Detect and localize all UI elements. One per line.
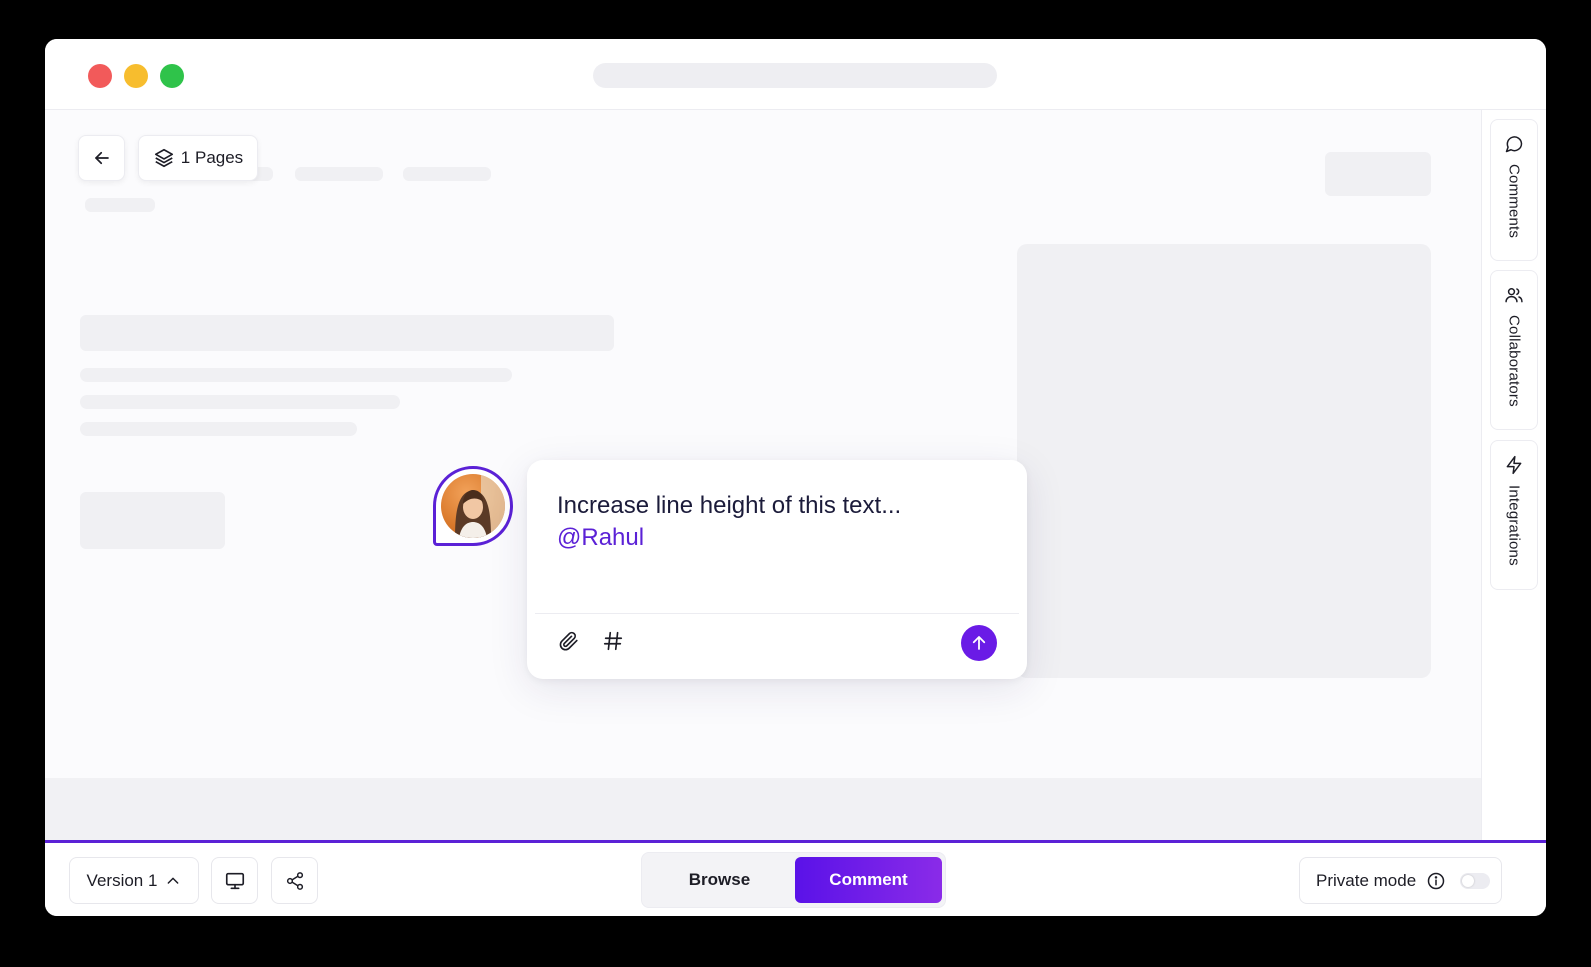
skeleton-header-button xyxy=(1325,152,1431,196)
skeleton-nav-3 xyxy=(295,167,383,181)
skeleton-line-3 xyxy=(80,422,357,436)
comment-composer[interactable]: Increase line height of this text... @Ra… xyxy=(527,460,1027,679)
pages-button[interactable]: 1 Pages xyxy=(138,135,258,181)
tab-comments-label: Comments xyxy=(1505,164,1523,239)
composer-divider xyxy=(535,613,1019,614)
bottom-toolbar: Version 1 Browse Comment Private mode xyxy=(45,843,1546,916)
send-comment-button[interactable] xyxy=(961,625,997,661)
skeleton-heading xyxy=(80,315,614,351)
avatar xyxy=(441,474,505,538)
share-icon xyxy=(286,871,303,890)
private-mode-control: Private mode xyxy=(1299,857,1502,904)
arrow-left-icon xyxy=(94,151,109,165)
browse-mode-button[interactable]: Browse xyxy=(646,857,793,903)
mode-toggle: Browse Comment xyxy=(641,852,946,908)
title-bar xyxy=(45,39,1546,110)
private-mode-toggle[interactable] xyxy=(1460,872,1491,889)
skeleton-image xyxy=(1017,244,1431,678)
tab-comments[interactable]: Comments xyxy=(1490,119,1538,261)
hashtag-button[interactable] xyxy=(599,627,627,655)
comment-pin-avatar[interactable] xyxy=(433,466,513,546)
message-circle-icon xyxy=(1505,136,1523,153)
layers-icon xyxy=(154,148,173,168)
users-icon xyxy=(1505,288,1523,303)
comment-mention[interactable]: @Rahul xyxy=(557,522,644,554)
version-label: Version 1 xyxy=(86,870,158,890)
close-window-button[interactable] xyxy=(88,64,112,88)
lightning-icon xyxy=(1506,455,1522,475)
skeleton-line-2 xyxy=(80,395,400,409)
info-icon[interactable] xyxy=(1426,871,1446,891)
skeleton-cta-button xyxy=(80,492,225,549)
tab-collaborators[interactable]: Collaborators xyxy=(1490,270,1538,430)
address-bar[interactable] xyxy=(593,63,997,88)
tab-integrations-label: Integrations xyxy=(1505,485,1523,566)
tab-collaborators-label: Collaborators xyxy=(1505,315,1523,407)
skeleton-nav-1 xyxy=(85,198,155,212)
chevron-up-icon xyxy=(168,877,179,884)
device-preview-button[interactable] xyxy=(211,857,258,904)
right-sidebar: Comments Collaborators Integrations xyxy=(1481,110,1546,840)
app-window: 1 Pages Comments Collaborators Integrati… xyxy=(45,39,1546,916)
arrow-up-icon xyxy=(972,636,986,650)
hashtag-icon xyxy=(603,631,623,651)
back-button[interactable] xyxy=(78,135,125,181)
skeleton-line-1 xyxy=(80,368,512,382)
paperclip-icon xyxy=(559,631,578,651)
tab-integrations[interactable]: Integrations xyxy=(1490,440,1538,590)
share-button[interactable] xyxy=(271,857,318,904)
maximize-window-button[interactable] xyxy=(160,64,184,88)
private-mode-label: Private mode xyxy=(1316,870,1417,890)
monitor-icon xyxy=(225,872,244,889)
version-dropdown[interactable]: Version 1 xyxy=(69,857,199,904)
comment-mode-button[interactable]: Comment xyxy=(795,857,942,903)
canvas-footer-area xyxy=(45,778,1481,840)
pages-label: 1 Pages xyxy=(180,148,244,167)
skeleton-nav-4 xyxy=(403,167,491,181)
user-photo-icon xyxy=(455,474,505,538)
comment-text[interactable]: Increase line height of this text... xyxy=(557,490,901,522)
attach-button[interactable] xyxy=(555,627,583,655)
minimize-window-button[interactable] xyxy=(124,64,148,88)
